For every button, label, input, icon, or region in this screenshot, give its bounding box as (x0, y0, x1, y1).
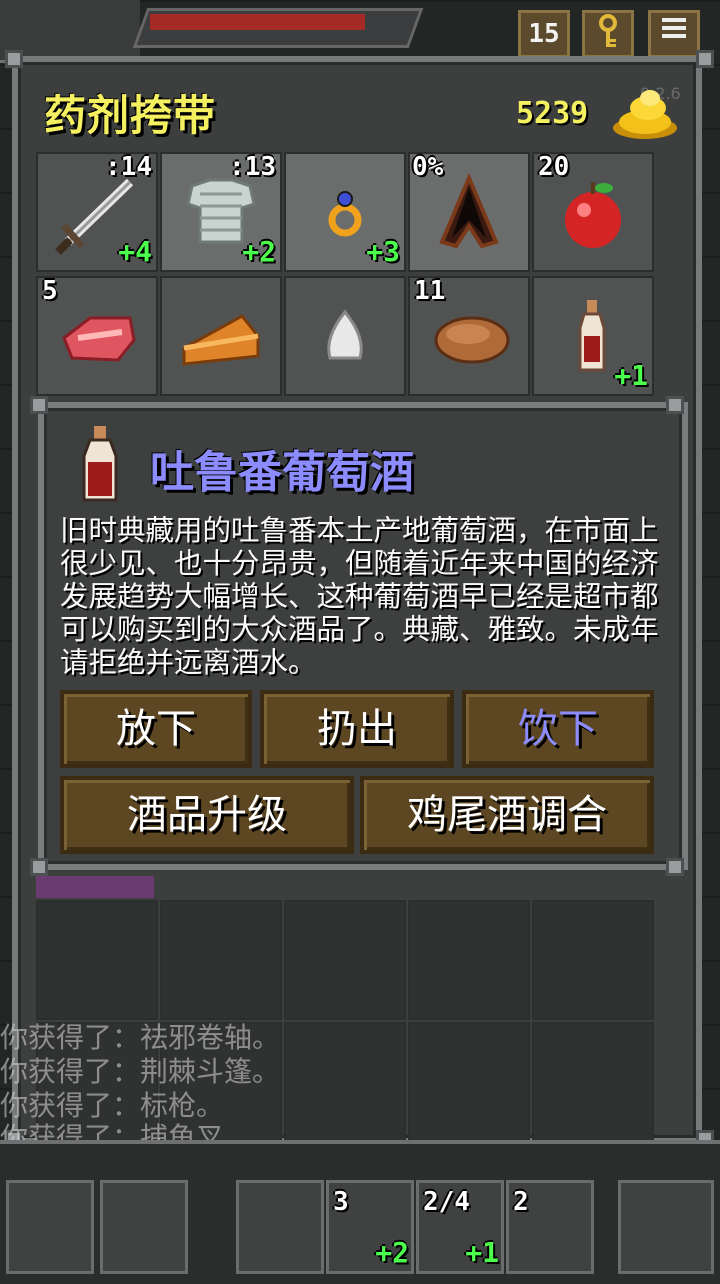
mix-cocktail-button[interactable]: 鸡尾酒调合 (360, 776, 654, 854)
quickslot-4[interactable]: 2 (506, 1180, 594, 1274)
slot-upgrade-level: +2 (242, 235, 276, 268)
slot-count: :13 (229, 152, 276, 182)
wine-bottle-icon (82, 426, 118, 502)
inventory-slot[interactable]: 5 (36, 276, 158, 396)
seed-icon (327, 309, 363, 360)
throw-button[interactable]: 扔出 (260, 690, 454, 768)
menu-icon[interactable] (648, 10, 700, 58)
inventory-slot-weapon[interactable]: :14 +4 (36, 152, 158, 272)
slot-count: 11 (414, 276, 446, 306)
backpack-button[interactable] (618, 1180, 714, 1274)
item-icon (70, 424, 130, 508)
quickslot-3[interactable]: 2/4 +1 (416, 1180, 504, 1274)
drop-button[interactable]: 放下 (60, 690, 252, 768)
search-button[interactable] (100, 1180, 188, 1274)
slot-upgrade-level: +4 (118, 235, 152, 268)
dialog-corner (666, 858, 684, 876)
inventory-slot-selected[interactable]: +1 (532, 276, 654, 396)
inventory-slot-armor[interactable]: :13 +2 (160, 152, 282, 272)
quickslot-2[interactable]: 3 +2 (326, 1180, 414, 1274)
health-bar-fill (150, 14, 365, 30)
dialog-corner (666, 396, 684, 414)
quickslot-upgrade-level: +1 (465, 1236, 499, 1269)
gold-pile-icon (610, 86, 680, 140)
inventory-slot[interactable]: 11 (408, 276, 530, 396)
gold-count: 5239 (516, 96, 589, 131)
inventory-slot-artifact[interactable]: 0% (408, 152, 530, 272)
wait-button[interactable] (6, 1180, 94, 1274)
bag-tab-strip[interactable] (36, 876, 154, 898)
upgrade-wine-button[interactable]: 酒品升级 (60, 776, 354, 854)
inventory-slot-food[interactable]: 20 (532, 152, 654, 272)
slot-upgrade-level: +1 (614, 359, 648, 392)
dialog-corner (30, 858, 48, 876)
pie-icon (182, 314, 260, 366)
inventory-slot[interactable] (408, 900, 530, 1020)
inventory-slot[interactable] (408, 1022, 530, 1142)
quickslot-count: 2/4 (423, 1187, 470, 1217)
inventory-slot-ring[interactable]: +3 (284, 152, 406, 272)
inventory-slot[interactable] (284, 900, 406, 1020)
key-icon[interactable] (582, 10, 634, 58)
item-description: 旧时典藏用的吐鲁番本土产地葡萄酒，在市面上很少见、也十分昂贵，但随着近年来中国的… (60, 514, 659, 679)
bag-title: 药剂挎带 (44, 91, 217, 140)
quickslot-count: 3 (333, 1187, 349, 1217)
drink-button[interactable]: 饮下 (462, 690, 654, 768)
slot-upgrade-level: +3 (366, 235, 400, 268)
quickslot-upgrade-level: +2 (375, 1236, 409, 1269)
inventory-slot[interactable] (532, 900, 654, 1020)
slot-count: 20 (538, 152, 570, 182)
window-corner (696, 50, 714, 68)
quickslot-1[interactable] (236, 1180, 324, 1274)
inventory-slot[interactable] (36, 900, 158, 1020)
slot-count: :14 (105, 152, 152, 182)
inventory-slot[interactable] (532, 1022, 654, 1142)
inventory-slot[interactable] (284, 1022, 406, 1142)
dialog-corner (30, 396, 48, 414)
inventory-slot[interactable] (160, 900, 282, 1020)
inventory-slot[interactable] (160, 276, 282, 396)
item-name: 吐鲁番葡萄酒 (150, 447, 414, 498)
quickslot-count: 2 (513, 1187, 529, 1217)
slot-charge: 0% (412, 152, 444, 182)
window-corner (5, 50, 23, 68)
depth-indicator[interactable]: 15 (518, 10, 570, 58)
inventory-slot[interactable] (284, 276, 406, 396)
slot-count: 5 (42, 276, 58, 306)
